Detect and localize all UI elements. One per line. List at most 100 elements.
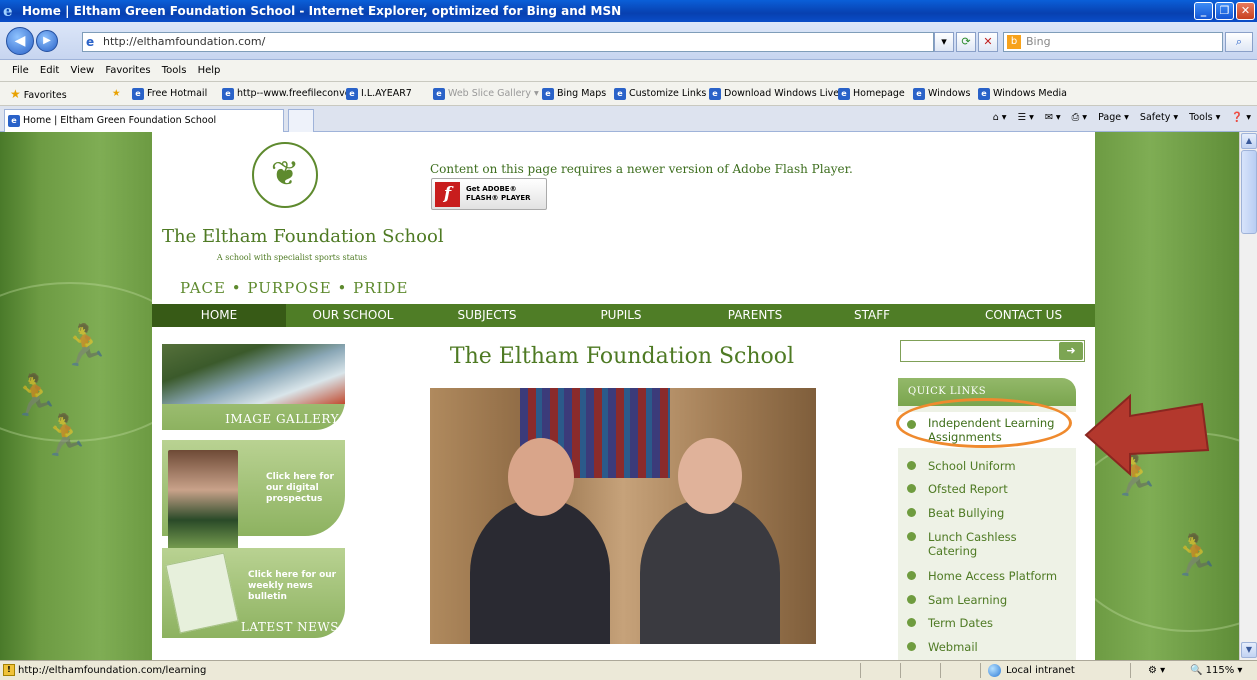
close-button[interactable]: ✕	[1236, 2, 1255, 20]
mail-icon[interactable]: ✉ ▾	[1045, 112, 1061, 123]
scroll-thumb[interactable]	[1241, 150, 1257, 234]
warning-icon: !	[3, 664, 15, 676]
image-gallery-card[interactable]: IMAGE GALLERY	[162, 344, 345, 430]
nav-parents[interactable]: PARENTS	[688, 304, 822, 327]
nav-pupils[interactable]: PUPILS	[554, 304, 688, 327]
protected-mode-icon[interactable]: ⚙ ▾	[1148, 661, 1165, 680]
refresh-icon[interactable]: ⟳	[956, 32, 976, 52]
rafting-photo	[162, 344, 345, 404]
minimize-button[interactable]: _	[1194, 2, 1213, 20]
favorite-item[interactable]: e Web Slice Gallery ▾	[433, 82, 539, 105]
favorite-item[interactable]: e I.L.AYEAR7	[346, 82, 412, 105]
arrow-annotation-icon	[1084, 393, 1210, 477]
bullet-icon	[907, 571, 916, 580]
quick-link-label: Ofsted Report	[928, 482, 1008, 496]
prospectus-cta: Click here for our digital prospectus	[266, 472, 334, 504]
help-menu[interactable]: ❓ ▾	[1231, 112, 1251, 123]
quick-link-item[interactable]: School Uniform	[898, 459, 1076, 473]
favorite-label: Homepage	[853, 88, 905, 99]
safety-menu[interactable]: Safety ▾	[1140, 112, 1178, 123]
window-title-bar: e Home | Eltham Green Foundation School …	[0, 0, 1257, 22]
school-tagline: A school with specialist sports status	[216, 253, 368, 262]
quick-link-item[interactable]: Sam Learning	[898, 593, 1076, 607]
star-icon: ★	[10, 87, 21, 101]
menu-view[interactable]: View	[70, 65, 94, 76]
favorite-label: Free Hotmail	[147, 88, 208, 99]
status-separator	[900, 663, 901, 678]
news-card[interactable]: Click here for our weekly news bulletin …	[162, 548, 345, 638]
favorite-label: Download Windows Live	[724, 88, 840, 99]
pdf-icon	[165, 552, 239, 634]
maximize-button[interactable]: ❐	[1215, 2, 1234, 20]
person-silhouette	[470, 498, 610, 644]
quick-link-item[interactable]: Ofsted Report	[898, 482, 1076, 496]
site-search-go-icon[interactable]: ➜	[1059, 342, 1083, 360]
zoom-value: 115%	[1205, 665, 1235, 676]
favorite-item[interactable]: e http--www.freefileconvert	[222, 82, 358, 105]
tab-home[interactable]: e Home | Eltham Green Foundation School	[4, 109, 284, 132]
highlight-ring-annotation	[896, 398, 1072, 448]
nav-our-school[interactable]: OUR SCHOOL	[286, 304, 420, 327]
bullet-icon	[907, 532, 916, 541]
forward-button[interactable]: ▶	[36, 30, 58, 52]
stop-icon[interactable]: ✕	[978, 32, 998, 52]
feeds-icon[interactable]: ☰ ▾	[1018, 112, 1034, 123]
flash-button-line2: FLASH® PLAYER	[466, 194, 531, 202]
favorite-item[interactable]: e Windows Media	[978, 82, 1067, 105]
bullet-icon	[907, 642, 916, 651]
scroll-down-icon[interactable]: ▼	[1241, 642, 1257, 658]
ie-page-icon: e	[132, 87, 144, 100]
menu-file[interactable]: File	[12, 65, 29, 76]
nav-staff[interactable]: STAFF	[822, 304, 922, 327]
favorite-item[interactable]: e Bing Maps	[542, 82, 606, 105]
favorite-item[interactable]: e Windows	[913, 82, 971, 105]
search-box[interactable]: b Bing	[1003, 32, 1223, 52]
scroll-up-icon[interactable]: ▲	[1241, 133, 1257, 149]
vertical-scrollbar[interactable]: ▲ ▼	[1239, 132, 1257, 660]
add-favorite-icon[interactable]: ★	[112, 82, 121, 105]
tools-menu[interactable]: Tools ▾	[1189, 112, 1220, 123]
school-logo-tree-icon[interactable]: ❦	[252, 142, 318, 208]
bullet-icon	[907, 461, 916, 470]
flash-button-line1: Get ADOBE®	[466, 185, 517, 193]
menu-tools[interactable]: Tools	[162, 65, 187, 76]
main-nav: HOME OUR SCHOOL SUBJECTS PUPILS PARENTS …	[152, 304, 1095, 327]
site-page: ❦ The Eltham Foundation School A school …	[152, 132, 1095, 660]
site-search-input[interactable]: ➜	[900, 340, 1085, 362]
nav-home[interactable]: HOME	[152, 304, 286, 327]
print-icon[interactable]: ⎙ ▾	[1072, 112, 1087, 123]
quick-link-item[interactable]: Beat Bullying	[898, 506, 1076, 520]
quick-link-item[interactable]: Webmail	[898, 640, 1076, 654]
address-dropdown-icon[interactable]: ▾	[934, 32, 954, 52]
favorite-label: I.L.AYEAR7	[361, 88, 412, 99]
favorite-item[interactable]: e Free Hotmail	[132, 82, 208, 105]
nav-subjects[interactable]: SUBJECTS	[420, 304, 554, 327]
favorites-button[interactable]: ★ Favorites	[10, 82, 67, 105]
favorite-label: Windows	[928, 88, 971, 99]
menu-help[interactable]: Help	[198, 65, 221, 76]
address-bar[interactable]: e http://elthamfoundation.com/	[82, 32, 934, 52]
home-icon[interactable]: ⌂ ▾	[993, 112, 1007, 123]
favorite-item[interactable]: e Download Windows Live	[709, 82, 840, 105]
new-tab-button[interactable]	[288, 109, 314, 132]
favorite-item[interactable]: e Customize Links	[614, 82, 706, 105]
page-menu[interactable]: Page ▾	[1098, 112, 1129, 123]
quick-link-item[interactable]: Lunch Cashless Catering	[898, 530, 1048, 558]
menu-favorites[interactable]: Favorites	[105, 65, 150, 76]
menu-edit[interactable]: Edit	[40, 65, 59, 76]
page-icon: e	[86, 35, 95, 49]
ie-page-icon: e	[838, 87, 850, 100]
nav-contact-us[interactable]: CONTACT US	[952, 304, 1095, 327]
favorite-item[interactable]: e Homepage	[838, 82, 905, 105]
quick-link-item[interactable]: Home Access Platform	[898, 569, 1076, 583]
prospectus-card[interactable]: Click here for our digital prospectus	[162, 440, 345, 550]
security-zone[interactable]: Local intranet	[988, 661, 1075, 680]
school-motto: PACE • PURPOSE • PRIDE	[180, 279, 409, 297]
favorite-label: Web Slice Gallery ▾	[448, 88, 539, 99]
back-button[interactable]: ◀	[6, 27, 34, 55]
zoom-level[interactable]: 🔍 115% ▾	[1190, 661, 1242, 680]
search-go-icon[interactable]: ⌕	[1225, 32, 1253, 52]
get-flash-player-button[interactable]: f Get ADOBE® FLASH® PLAYER	[431, 178, 547, 210]
quick-link-item[interactable]: Term Dates	[898, 616, 1076, 630]
quick-link-label: Beat Bullying	[928, 506, 1005, 520]
